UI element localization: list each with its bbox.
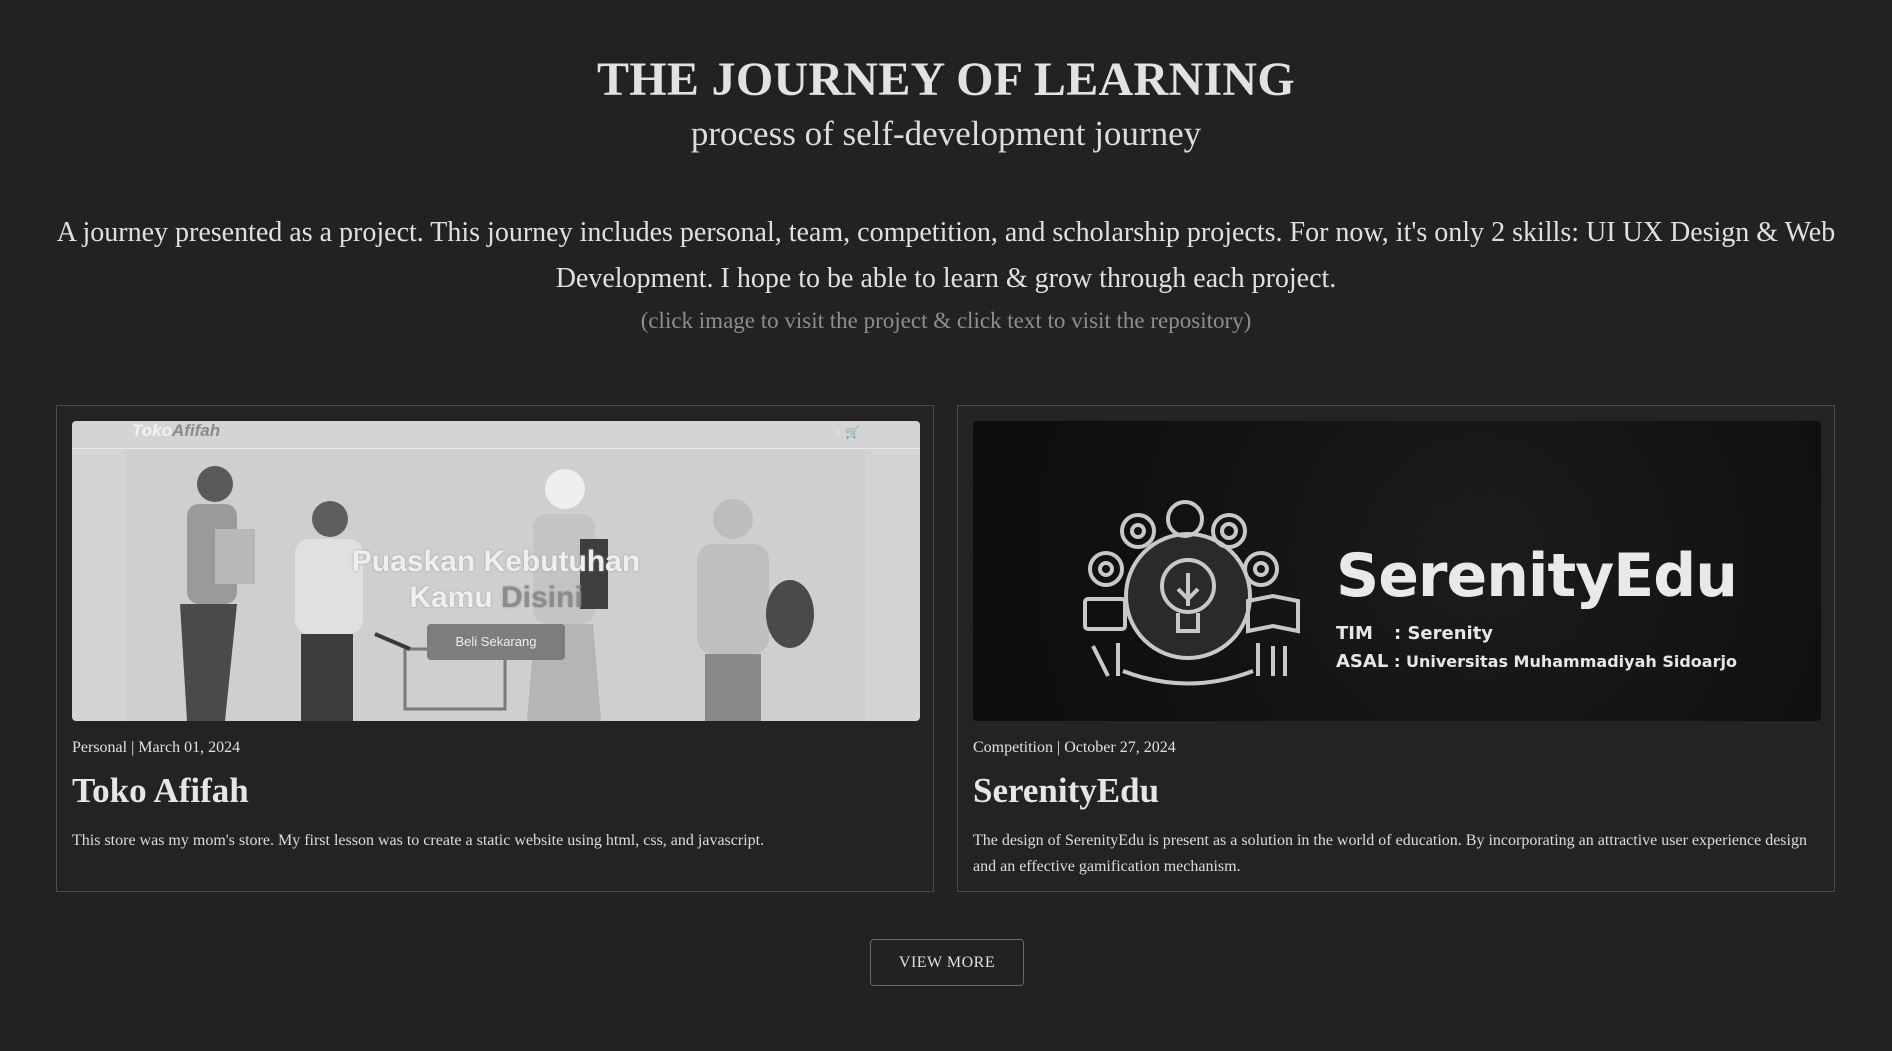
thumb-headline-line-2a: Kamu bbox=[409, 581, 501, 614]
thumb-logo-b: Afifah bbox=[171, 421, 221, 440]
thumb-team-value: : Serenity bbox=[1394, 623, 1494, 644]
project-meta: Competition | October 27, 2024 bbox=[973, 739, 1176, 756]
thumb-logo-a: Toko bbox=[132, 421, 172, 440]
project-description: The design of SerenityEdu is present as … bbox=[973, 832, 1807, 875]
portfolio-projects-section: THE JOURNEY OF LEARNING process of self-… bbox=[0, 0, 1892, 1051]
thumb-headline-line-2b: Disini bbox=[501, 581, 583, 614]
project-title-link[interactable]: SerenityEdu bbox=[973, 771, 1159, 811]
thumb-origin-row: ASAL : Universitas Muhammadiyah Sidoarjo bbox=[1336, 651, 1737, 672]
section-subtitle: process of self-development journey bbox=[690, 114, 1202, 153]
section-hint: (click image to visit the project & clic… bbox=[640, 308, 1252, 333]
thumb-brand: SerenityEdu bbox=[1336, 541, 1738, 611]
section-intro: A journey presented as a project. This j… bbox=[56, 217, 1836, 294]
section-title: THE JOURNEY OF LEARNING bbox=[596, 53, 1296, 106]
project-title-link[interactable]: Toko Afifah bbox=[72, 771, 249, 811]
thumb-team-row: TIM : Serenity bbox=[1336, 623, 1493, 644]
view-more-button[interactable]: VIEW MORE bbox=[870, 939, 1024, 986]
thumb-logo: TokoAfifah bbox=[132, 421, 220, 441]
project-thumbnail-toko-afifah[interactable]: TokoAfifah ⌕ 🛒 Puaskan Kebutuhan Kamu Di… bbox=[72, 421, 920, 721]
thumb-buy-button: Beli Sekarang bbox=[427, 624, 565, 660]
project-card-serenityedu: SerenityEdu TIM : Serenity ASAL : Universi… bbox=[957, 405, 1835, 892]
thumb-nav-icons: ⌕ 🛒 bbox=[834, 425, 860, 439]
thumb-origin-key: ASAL bbox=[1336, 651, 1389, 672]
project-thumbnail-serenityedu[interactable]: SerenityEdu TIM : Serenity ASAL : Universi… bbox=[973, 421, 1821, 721]
project-description: This store was my mom's store. My first … bbox=[72, 832, 765, 849]
project-meta: Personal | March 01, 2024 bbox=[72, 739, 241, 756]
thumb-headline-line-1: Puaskan Kebutuhan bbox=[351, 545, 641, 578]
thumb-origin-value: : Universitas Muhammadiyah Sidoarjo bbox=[1394, 652, 1737, 671]
thumb-navbar: TokoAfifah ⌕ 🛒 bbox=[72, 421, 920, 449]
project-card-toko-afifah: TokoAfifah ⌕ 🛒 Puaskan Kebutuhan Kamu Di… bbox=[56, 405, 934, 892]
thumb-team-key: TIM bbox=[1336, 623, 1373, 644]
thumb-headline: Puaskan Kebutuhan Kamu Disini bbox=[72, 544, 920, 616]
